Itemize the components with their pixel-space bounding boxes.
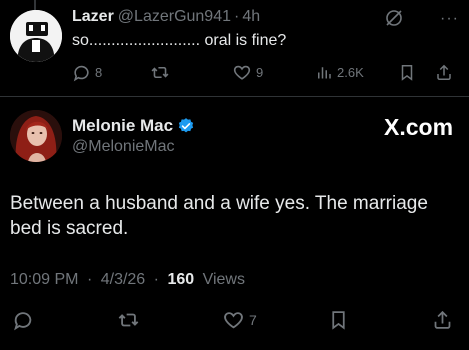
- analytics-icon: [315, 63, 333, 82]
- heart-icon: [222, 309, 245, 331]
- parent-tweet-header: Lazer @LazerGun941 · 4h: [72, 8, 260, 30]
- main-views-count: 160: [167, 271, 195, 288]
- lazer-avatar[interactable]: [10, 10, 62, 62]
- main-reply-button[interactable]: [12, 306, 34, 334]
- reply-button[interactable]: 8: [72, 60, 102, 84]
- retweet-button[interactable]: [150, 60, 174, 84]
- like-button[interactable]: 9: [232, 60, 263, 84]
- reply-count: 8: [95, 64, 103, 80]
- main-action-bar: 7: [0, 306, 469, 334]
- x-com-logo: X.com: [384, 114, 454, 140]
- separator-dot: ·: [153, 271, 159, 288]
- main-bookmark-button[interactable]: [328, 306, 349, 334]
- parent-tweet[interactable]: Lazer @LazerGun941 · 4h ··· so..........…: [0, 0, 469, 95]
- tweet-date[interactable]: 4/3/26: [101, 271, 145, 288]
- mute-conversation-icon[interactable]: [383, 7, 405, 29]
- views-count: 2.6K: [337, 64, 364, 80]
- tweet-divider: [0, 96, 469, 97]
- retweet-icon: [150, 63, 170, 82]
- bookmark-icon: [328, 309, 349, 331]
- main-author-name-row[interactable]: Melonie Mac: [72, 116, 195, 136]
- parent-action-bar: 8 9 2.6K: [72, 60, 462, 84]
- main-tweet-text: Between a husband and a wife yes. The ma…: [10, 193, 428, 239]
- share-icon: [432, 309, 453, 331]
- main-share-button[interactable]: [432, 306, 453, 334]
- parent-tweet-text: so......................... oral is fine…: [72, 32, 287, 49]
- main-author-handle[interactable]: @MelonieMac: [72, 138, 175, 156]
- verified-badge-icon: [177, 117, 195, 135]
- main-author-name[interactable]: Melonie Mac: [72, 116, 173, 136]
- tweet-time[interactable]: 10:09 PM: [10, 271, 78, 288]
- views-button[interactable]: 2.6K: [315, 60, 364, 84]
- parent-author-handle[interactable]: @LazerGun941: [118, 8, 231, 26]
- share-icon: [435, 63, 453, 82]
- main-like-count: 7: [249, 312, 257, 328]
- retweet-icon: [117, 309, 140, 331]
- separator-dot: ·: [86, 271, 93, 288]
- heart-icon: [232, 63, 252, 82]
- tweet-metadata: 10:09 PM · 4/3/26 · 160 Views: [10, 271, 249, 289]
- bookmark-button[interactable]: [398, 60, 416, 84]
- parent-timestamp[interactable]: 4h: [242, 8, 260, 26]
- more-options-icon[interactable]: ···: [440, 10, 459, 28]
- share-button[interactable]: [435, 60, 453, 84]
- separator-dot: ·: [234, 8, 240, 25]
- bookmark-icon: [398, 63, 416, 82]
- like-count: 9: [256, 64, 264, 80]
- main-like-button[interactable]: 7: [222, 306, 257, 334]
- main-retweet-button[interactable]: [117, 306, 140, 334]
- melonie-avatar[interactable]: [10, 110, 62, 162]
- parent-author-name[interactable]: Lazer: [72, 8, 114, 26]
- views-label: Views: [202, 271, 245, 288]
- reply-icon: [12, 309, 34, 331]
- reply-icon: [72, 63, 91, 82]
